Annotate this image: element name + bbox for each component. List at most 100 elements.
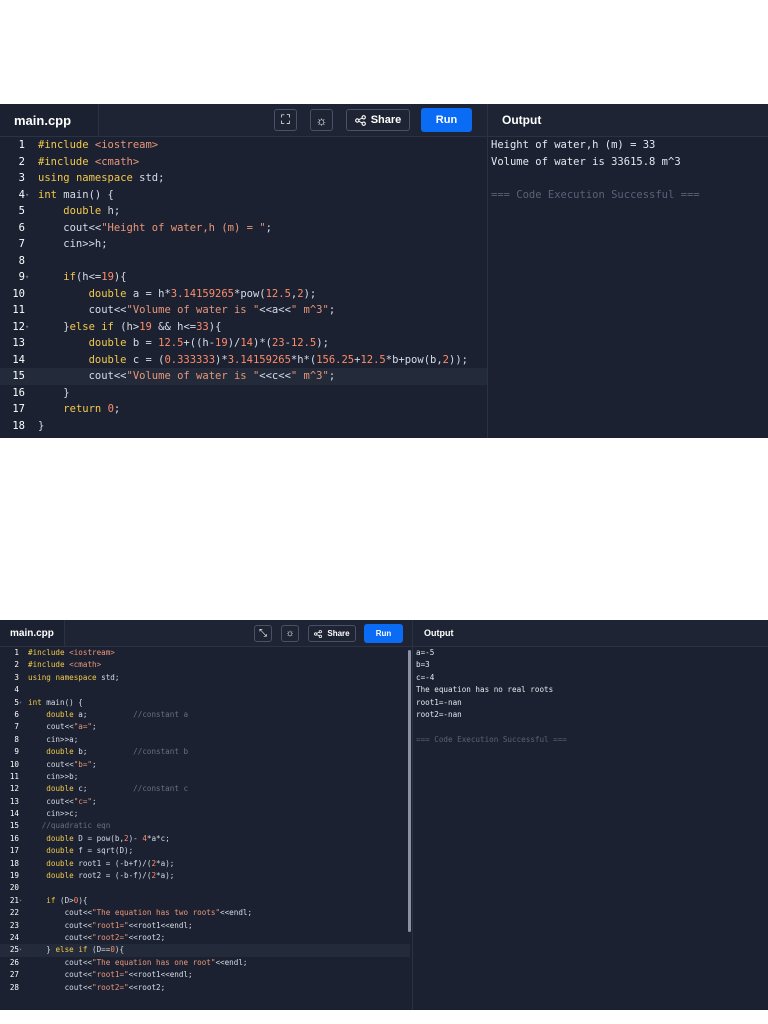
- code-line[interactable]: 6 double a; //constant a: [0, 709, 410, 721]
- editor-screenshot-1: main.cpp ⛶ ☼ Share Run Output 1 #include …: [0, 104, 768, 438]
- code-line[interactable]: 17 return 0;: [0, 401, 487, 418]
- code-text: cout<<"The equation has one root"<<endl;: [28, 957, 248, 967]
- file-tab[interactable]: main.cpp: [0, 104, 99, 136]
- fold-gutter: [19, 920, 28, 932]
- code-line[interactable]: 4: [0, 684, 410, 696]
- output-panel: Height of water,h (m) = 33 Volume of wate…: [491, 137, 700, 203]
- code-line[interactable]: 8 cin>>a;: [0, 734, 410, 746]
- share-button[interactable]: Share: [346, 109, 410, 131]
- share-icon: [314, 629, 323, 638]
- code-line[interactable]: 26 cout<<"The equation has one root"<<en…: [0, 957, 410, 969]
- fold-gutter: [19, 783, 28, 795]
- line-number: 11: [9, 771, 19, 781]
- code-line[interactable]: 3 using namespace std;: [0, 170, 487, 187]
- theme-toggle-button[interactable]: ☼: [310, 109, 333, 131]
- line-number: 4: [14, 685, 19, 695]
- code-line[interactable]: 20: [0, 882, 410, 894]
- code-line[interactable]: 18}: [0, 418, 487, 435]
- code-line[interactable]: 18 double root1 = (-b+f)/(2*a);: [0, 858, 410, 870]
- code-line[interactable]: 4 ▾ int main() {: [0, 187, 487, 204]
- code-line[interactable]: 11 cout<<"Volume of water is "<<a<<" m^3…: [0, 302, 487, 319]
- code-text: }else if (h>19 && h<=33){: [38, 320, 222, 333]
- fold-gutter: [19, 957, 28, 969]
- code-line[interactable]: 10 cout<<"b=";: [0, 759, 410, 771]
- code-line[interactable]: 15 cout<<"Volume of water is "<<c<<" m^3…: [0, 368, 487, 385]
- pane-divider[interactable]: [487, 104, 488, 438]
- fullscreen-button[interactable]: ⛶: [274, 109, 297, 131]
- share-button[interactable]: Share: [308, 625, 356, 642]
- code-line[interactable]: 1 #include <iostream>: [0, 647, 410, 659]
- code-line[interactable]: 2 #include <cmath>: [0, 659, 410, 671]
- code-line[interactable]: 14 cin>>c;: [0, 808, 410, 820]
- code-line[interactable]: 7 cout<<"a=";: [0, 721, 410, 733]
- code-line[interactable]: 13 double b = 12.5+((h-19)/14)*(23-12.5)…: [0, 335, 487, 352]
- code-line[interactable]: 6 cout<<"Height of water,h (m) = ";: [0, 220, 487, 237]
- code-text: cin>>c;: [28, 809, 79, 819]
- pane-divider[interactable]: [412, 620, 413, 1010]
- code-line[interactable]: 16 }: [0, 385, 487, 402]
- theme-toggle-button[interactable]: ☼: [281, 625, 299, 642]
- code-text: } else if (D==0){: [28, 945, 125, 955]
- fold-chevron-icon[interactable]: ▾: [19, 944, 28, 956]
- code-line[interactable]: 15 //quadratic eqn: [0, 820, 410, 832]
- line-number: 18: [9, 858, 19, 868]
- code-line[interactable]: 8: [0, 253, 487, 270]
- code-line[interactable]: 16 double D = pow(b,2)- 4*a*c;: [0, 833, 410, 845]
- file-tab[interactable]: main.cpp: [0, 620, 65, 646]
- code-line[interactable]: 22 cout<<"The equation has two roots"<<e…: [0, 907, 410, 919]
- share-icon: [354, 114, 366, 126]
- code-line[interactable]: 21 ▾ if (D>0){: [0, 895, 410, 907]
- code-line[interactable]: 17 double f = sqrt(D);: [0, 845, 410, 857]
- editor-toolbar: main.cpp ⤡ ☼ Share Run Output: [0, 620, 768, 647]
- line-number: 15: [12, 370, 25, 382]
- code-editor[interactable]: 1 #include <iostream> 2 #include <cmath> 3 us…: [0, 647, 410, 994]
- code-line[interactable]: 19 double root2 = (-b-f)/(2*a);: [0, 870, 410, 882]
- code-line[interactable]: 9 double b; //constant b: [0, 746, 410, 758]
- fold-chevron-icon[interactable]: ▾: [19, 697, 28, 709]
- output-panel: a=-5 b=3 c=-4 The equation has no real root…: [416, 647, 567, 746]
- code-line[interactable]: 1 #include <iostream>: [0, 137, 487, 154]
- code-text: double D = pow(b,2)- 4*a*c;: [46, 833, 170, 843]
- code-line[interactable]: 24 cout<<"root2="<<root2;: [0, 932, 410, 944]
- code-line[interactable]: 12 double c; //constant c: [0, 783, 410, 795]
- code-line[interactable]: 28 cout<<"root2="<<root2;: [0, 982, 410, 994]
- fold-chevron-icon[interactable]: ▾: [25, 187, 38, 204]
- code-line[interactable]: 23 cout<<"root1="<<root1<<endl;: [0, 920, 410, 932]
- code-line[interactable]: 7 cin>>h;: [0, 236, 487, 253]
- code-text: #include <cmath>: [38, 155, 140, 168]
- code-line[interactable]: 27 cout<<"root1="<<root1<<endl;: [0, 969, 410, 981]
- code-line[interactable]: 25 ▾ } else if (D==0){: [0, 944, 410, 957]
- code-line[interactable]: 13 cout<<"c=";: [0, 796, 410, 808]
- code-line[interactable]: 3 using namespace std;: [0, 672, 410, 684]
- code-line[interactable]: 12 ▾ }else if (h>19 && h<=33){: [0, 319, 487, 336]
- exit-fullscreen-button[interactable]: ⤡: [254, 625, 272, 642]
- code-text: cout<<"Volume of water is "<<c<<" m^3";: [38, 370, 336, 382]
- editor-scrollbar[interactable]: [408, 650, 411, 932]
- code-line[interactable]: 5 ▾ int main() {: [0, 697, 410, 709]
- code-line[interactable]: 14 double c = (0.333333)*3.14159265*h*(1…: [0, 352, 487, 369]
- run-button[interactable]: Run: [364, 624, 403, 643]
- fold-chevron-icon[interactable]: ▾: [25, 319, 38, 336]
- output-line: The equation has no real roots: [416, 685, 554, 695]
- line-number: 15: [9, 821, 19, 831]
- fold-chevron-icon[interactable]: ▾: [19, 895, 28, 907]
- line-number: 11: [12, 304, 25, 316]
- code-text: cin>>b;: [28, 771, 79, 781]
- run-button[interactable]: Run: [421, 108, 472, 132]
- output-line: root1=-nan: [416, 697, 462, 707]
- line-number: 12: [9, 784, 19, 794]
- fold-gutter: [19, 932, 28, 944]
- code-line[interactable]: 2 #include <cmath>: [0, 154, 487, 171]
- editor-toolbar: main.cpp ⛶ ☼ Share Run Output: [0, 104, 768, 137]
- exit-fullscreen-icon: ⤡: [259, 628, 267, 639]
- fold-chevron-icon[interactable]: ▾: [25, 269, 38, 286]
- code-editor[interactable]: 1 #include <iostream> 2 #include <cmath> 3 us…: [0, 137, 487, 434]
- fold-gutter: [25, 220, 38, 237]
- code-text: double c; //constant c: [46, 784, 189, 794]
- code-text: cout<<"root2="<<root2;: [28, 982, 166, 992]
- code-line[interactable]: 9 ▾ if(h<=19){: [0, 269, 487, 286]
- code-line[interactable]: 10 double a = h*3.14159265*pow(12.5,2);: [0, 286, 487, 303]
- code-line[interactable]: 11 cin>>b;: [0, 771, 410, 783]
- code-line[interactable]: 5 double h;: [0, 203, 487, 220]
